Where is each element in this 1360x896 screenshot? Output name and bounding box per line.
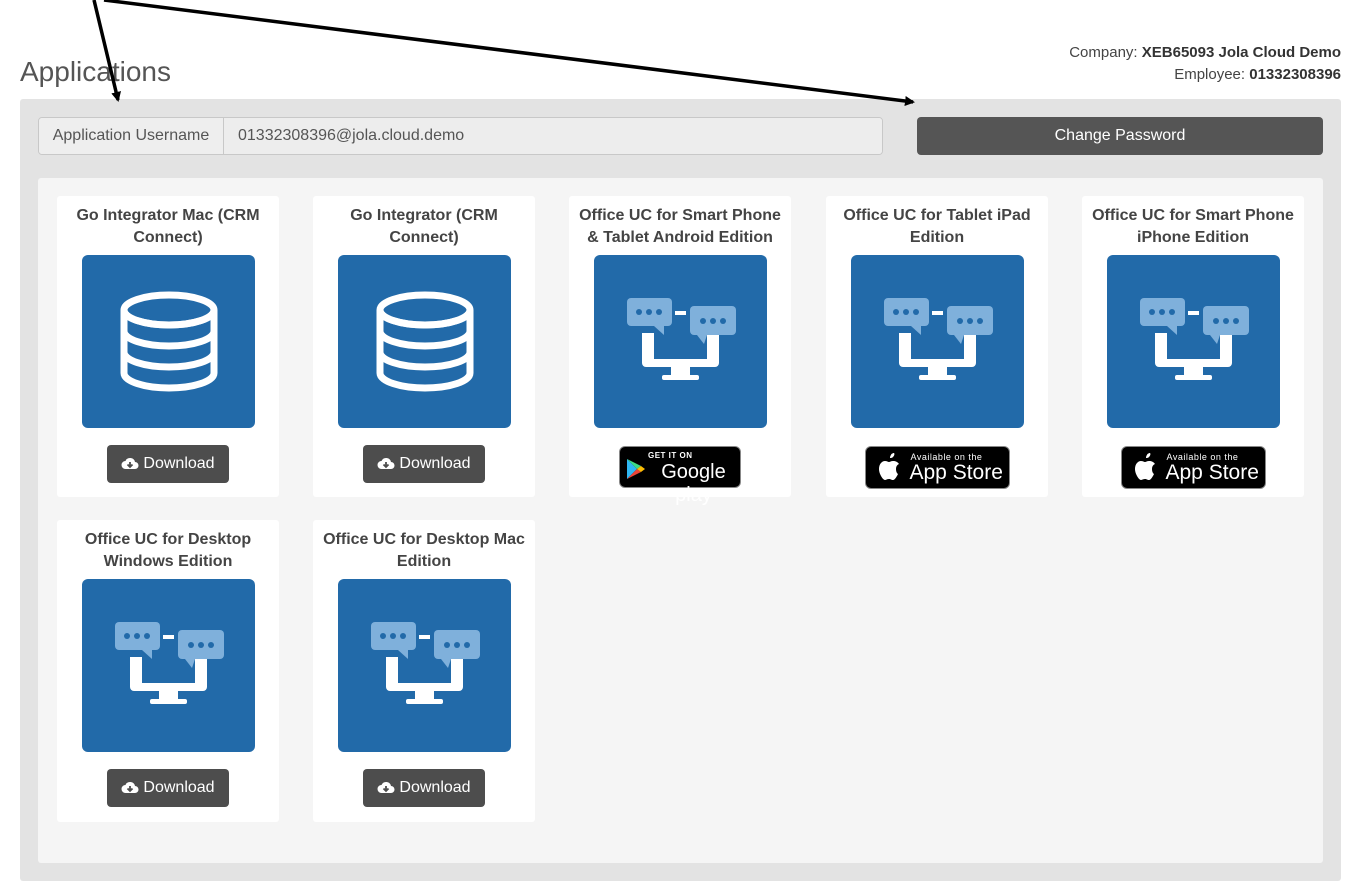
badge-big-text: App Store (909, 461, 1003, 484)
arrow-to-change-password (103, 0, 915, 106)
app-card: Office UC for Desktop Windows Edition Do… (57, 520, 279, 822)
app-title: Office UC for Desktop Mac Edition (323, 531, 525, 570)
download-button[interactable]: Download (363, 445, 485, 483)
download-label: Download (143, 779, 215, 796)
download-button[interactable]: Download (107, 445, 229, 483)
employee-value: 01332308396 (1249, 66, 1341, 83)
database-icon (81, 255, 255, 428)
database-icon (337, 255, 511, 428)
download-label: Download (399, 455, 471, 472)
apple-icon (878, 453, 899, 480)
app-card: Office UC for Smart Phone iPhone Edition… (1082, 196, 1304, 497)
app-title: Office UC for Tablet iPad Edition (843, 207, 1031, 246)
google-play-badge[interactable]: GET IT ON Google play (619, 446, 741, 506)
app-card: Office UC for Desktop Mac Edition Downlo… (313, 520, 535, 822)
app-title: Office UC for Smart Phone iPhone Edition (1092, 207, 1294, 246)
company-label: Company: (1069, 44, 1138, 61)
badge-big-text: Google play (661, 461, 726, 506)
app-card: Go Integrator (CRM Connect) Download (313, 196, 535, 497)
cloud-download-icon (377, 781, 395, 793)
company-line: Company: XEB65093 Jola Cloud Demo (1069, 42, 1341, 64)
cloud-download-icon (377, 457, 395, 469)
username-label: Application Username (39, 118, 224, 154)
app-title: Go Integrator Mac (CRM Connect) (76, 207, 260, 246)
download-button[interactable]: Download (363, 769, 485, 807)
app-card: Office UC for Tablet iPad Edition Availa… (826, 196, 1048, 497)
chat-desktop-icon (850, 255, 1024, 428)
download-button[interactable]: Download (107, 769, 229, 807)
app-store-badge[interactable]: Available on the App Store (1120, 446, 1266, 489)
app-title: Office UC for Smart Phone & Tablet Andro… (579, 207, 781, 246)
chat-desktop-icon (337, 579, 511, 752)
employee-label: Employee: (1174, 66, 1246, 83)
badge-big-text: App Store (1165, 461, 1259, 484)
download-label: Download (143, 455, 215, 472)
chat-desktop-icon (1106, 255, 1280, 428)
apple-icon (1134, 453, 1155, 480)
download-label: Download (399, 779, 471, 796)
google-play-icon (627, 459, 645, 479)
username-field-group: Application Username (38, 117, 883, 155)
chat-desktop-icon (593, 255, 767, 428)
change-password-button[interactable]: Change Password (917, 117, 1323, 155)
page-title: Applications (20, 56, 171, 87)
company-info: Company: XEB65093 Jola Cloud Demo Employ… (1069, 42, 1341, 86)
username-input[interactable] (224, 118, 882, 154)
cloud-download-icon (121, 781, 139, 793)
cloud-download-icon (121, 457, 139, 469)
app-card: Office UC for Smart Phone & Tablet Andro… (569, 196, 791, 506)
app-store-badge[interactable]: Available on the App Store (864, 446, 1010, 489)
app-title: Go Integrator (CRM Connect) (350, 207, 498, 246)
app-card: Go Integrator Mac (CRM Connect) Download (57, 196, 279, 497)
employee-line: Employee: 01332308396 (1069, 64, 1341, 86)
app-title: Office UC for Desktop Windows Edition (84, 531, 252, 570)
badge-small-text: GET IT ON (648, 451, 693, 460)
chat-desktop-icon (81, 579, 255, 752)
company-value: XEB65093 Jola Cloud Demo (1141, 44, 1341, 61)
